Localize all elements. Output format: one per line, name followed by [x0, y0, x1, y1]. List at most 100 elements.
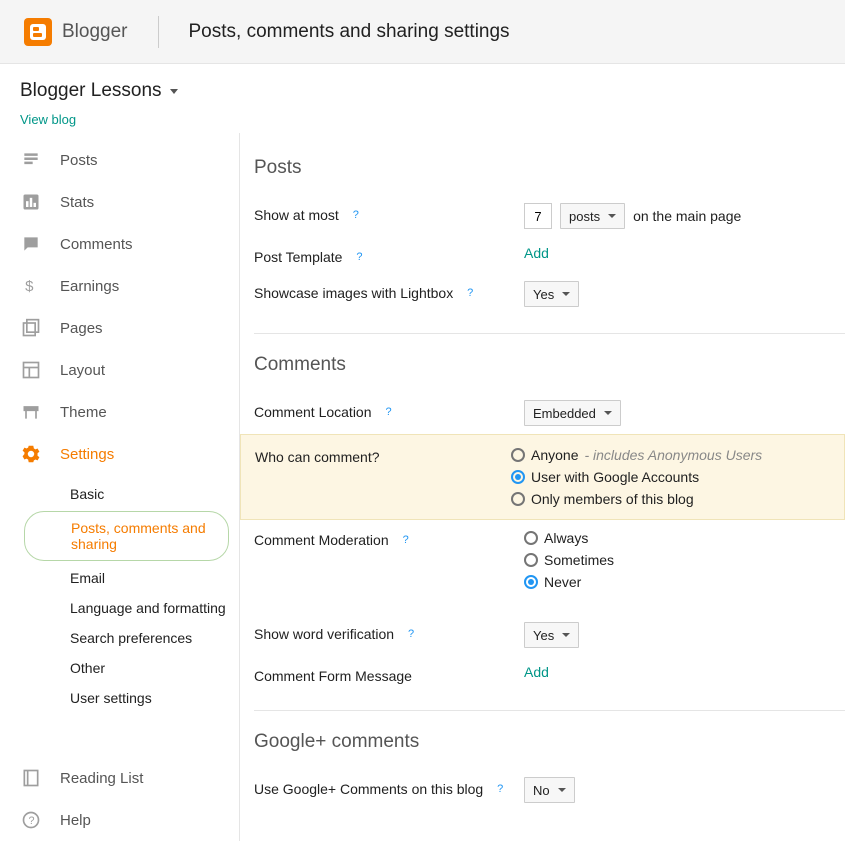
radio-icon	[524, 531, 538, 545]
gplus-section: Google+ comments Use Google+ Comments on…	[254, 721, 845, 811]
radio-anyone[interactable]: Anyone - includes Anonymous Users	[511, 445, 762, 465]
radio-hint: - includes Anonymous Users	[584, 447, 762, 463]
nav-label: Stats	[60, 194, 94, 211]
layout-icon	[20, 359, 42, 381]
radio-label: Sometimes	[544, 552, 614, 568]
gplus-dropdown[interactable]: No	[524, 777, 575, 803]
word-verif-label: Show word verification	[254, 626, 394, 642]
comments-icon	[20, 233, 42, 255]
nav-help[interactable]: ? Help	[0, 799, 239, 841]
subnav-user[interactable]: User settings	[0, 683, 239, 713]
radio-label: Anyone	[531, 447, 578, 463]
radio-mod-sometimes[interactable]: Sometimes	[524, 550, 614, 570]
who-can-comment-label: Who can comment?	[255, 449, 380, 465]
help-icon[interactable]: ?	[382, 405, 396, 419]
stats-icon	[20, 191, 42, 213]
nav-comments[interactable]: Comments	[0, 223, 239, 265]
add-post-template-link[interactable]: Add	[524, 245, 549, 261]
subnav-posts-comments-sharing[interactable]: Posts, comments and sharing	[24, 511, 229, 561]
view-blog-link[interactable]: View blog	[20, 112, 76, 127]
caret-down-icon	[608, 214, 616, 218]
radio-label: User with Google Accounts	[531, 469, 699, 485]
word-verification-row: Show word verification ? Yes	[254, 614, 845, 656]
dropdown-label: No	[533, 783, 550, 798]
brand-block: Blogger	[24, 18, 128, 46]
dropdown-label: Yes	[533, 628, 554, 643]
comment-location-label: Comment Location	[254, 404, 372, 420]
nav-stats[interactable]: Stats	[0, 181, 239, 223]
post-unit-dropdown[interactable]: posts	[560, 203, 625, 229]
lightbox-dropdown[interactable]: Yes	[524, 281, 579, 307]
comments-section: Comments Comment Location ? Embedded Who…	[254, 344, 845, 711]
radio-icon	[524, 575, 538, 589]
radio-google-accounts[interactable]: User with Google Accounts	[511, 467, 699, 487]
radio-icon	[511, 492, 525, 506]
suffix-text: on the main page	[633, 208, 741, 224]
subnav-search[interactable]: Search preferences	[0, 623, 239, 653]
header-divider	[158, 16, 159, 48]
gplus-label: Use Google+ Comments on this blog	[254, 781, 483, 797]
nav-label: Theme	[60, 404, 107, 421]
blog-selector-label: Blogger Lessons	[20, 80, 162, 102]
nav-label: Comments	[60, 236, 133, 253]
post-template-row: Post Template ? Add	[254, 237, 845, 273]
help-icon[interactable]: ?	[349, 208, 363, 222]
form-message-label: Comment Form Message	[254, 668, 412, 684]
show-at-most-label: Show at most	[254, 207, 339, 223]
page-title: Posts, comments and sharing settings	[189, 21, 510, 43]
nav-label: Help	[60, 812, 91, 829]
theme-icon	[20, 401, 42, 423]
comment-form-message-row: Comment Form Message Add	[254, 656, 845, 692]
nav-label: Layout	[60, 362, 105, 379]
radio-label: Never	[544, 574, 581, 590]
help-icon[interactable]: ?	[404, 627, 418, 641]
nav-theme[interactable]: Theme	[0, 391, 239, 433]
svg-text:?: ?	[29, 815, 35, 827]
gear-icon	[20, 443, 42, 465]
radio-mod-always[interactable]: Always	[524, 528, 588, 548]
dropdown-label: posts	[569, 209, 600, 224]
lightbox-label: Showcase images with Lightbox	[254, 285, 453, 301]
posts-section-title: Posts	[254, 147, 845, 195]
nav-reading-list[interactable]: Reading List	[0, 757, 239, 799]
gplus-section-title: Google+ comments	[254, 721, 845, 769]
radio-icon	[511, 470, 525, 484]
gplus-row: Use Google+ Comments on this blog ? No	[254, 769, 845, 811]
svg-text:$: $	[25, 278, 34, 295]
post-template-label: Post Template	[254, 249, 342, 265]
caret-down-icon	[604, 411, 612, 415]
post-count-input[interactable]	[524, 203, 552, 229]
help-icon[interactable]: ?	[493, 782, 507, 796]
comment-location-dropdown[interactable]: Embedded	[524, 400, 621, 426]
caret-down-icon	[170, 89, 178, 94]
word-verif-dropdown[interactable]: Yes	[524, 622, 579, 648]
nav-label: Reading List	[60, 770, 143, 787]
help-icon[interactable]: ?	[399, 533, 413, 547]
caret-down-icon	[562, 292, 570, 296]
nav-posts[interactable]: Posts	[0, 139, 239, 181]
show-at-most-row: Show at most ? posts on the main page	[254, 195, 845, 237]
subnav-language[interactable]: Language and formatting	[0, 593, 239, 623]
nav-settings[interactable]: Settings	[0, 433, 239, 475]
help-icon: ?	[20, 809, 42, 831]
subnav-email[interactable]: Email	[0, 563, 239, 593]
help-icon[interactable]: ?	[463, 286, 477, 300]
main-content: Posts Show at most ? posts on the main p…	[240, 133, 845, 841]
nav-pages[interactable]: Pages	[0, 307, 239, 349]
help-icon[interactable]: ?	[352, 250, 366, 264]
settings-subnav: Basic Posts, comments and sharing Email …	[0, 475, 239, 727]
blog-selector[interactable]: Blogger Lessons	[20, 80, 825, 102]
radio-mod-never[interactable]: Never	[524, 572, 581, 592]
nav-earnings[interactable]: $ Earnings	[0, 265, 239, 307]
who-can-comment-row: Who can comment? Anyone - includes Anony…	[240, 434, 845, 520]
comment-location-row: Comment Location ? Embedded	[254, 392, 845, 434]
caret-down-icon	[558, 788, 566, 792]
nav-layout[interactable]: Layout	[0, 349, 239, 391]
radio-members-only[interactable]: Only members of this blog	[511, 489, 694, 509]
subnav-other[interactable]: Other	[0, 653, 239, 683]
radio-icon	[511, 448, 525, 462]
subnav-basic[interactable]: Basic	[0, 479, 239, 509]
radio-label: Always	[544, 530, 588, 546]
dropdown-label: Yes	[533, 287, 554, 302]
add-form-message-link[interactable]: Add	[524, 664, 549, 680]
